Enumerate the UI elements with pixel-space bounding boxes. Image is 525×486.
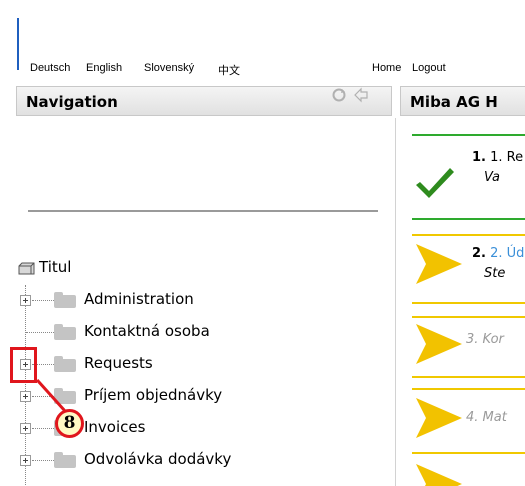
lang-english-link[interactable]: English [86,62,122,74]
step-3-title: 3. Kor [466,332,504,347]
step-divider [412,218,525,220]
logout-link[interactable]: Logout [412,62,446,74]
home-link[interactable]: Home [372,62,401,74]
step-divider [412,316,525,318]
navigation-panel-header: Navigation [16,86,392,116]
step-2-title: 2. 2. Úd [472,246,525,261]
lang-slovensky-link[interactable]: Slovenský [144,62,194,74]
step-4[interactable]: 4. Mat [412,396,525,466]
folder-icon [54,452,76,468]
tree-item-label: Príjem objednávky [84,386,223,404]
checkmark-icon [416,168,454,198]
tree-item-label: Kontaktná osoba [84,322,210,340]
arrow-right-icon [416,464,462,486]
step-4-title: 4. Mat [466,410,507,425]
tree-item-label: Administration [84,290,194,308]
refresh-icon[interactable] [331,87,347,107]
step-divider [412,302,525,304]
arrow-right-icon [416,324,462,364]
expand-icon[interactable] [20,391,31,402]
step-2-subtitle: Ste [484,266,506,281]
expand-icon[interactable] [20,423,31,434]
step-1[interactable]: 1. 1. Re Va [412,140,525,210]
callout-badge: 8 [55,409,84,438]
folder-icon [54,356,76,372]
navigation-title: Navigation [26,93,118,111]
main-panel-title: Miba AG H [410,93,498,111]
tree-item-odvolavka-dodavky[interactable]: Odvolávka dodávky [18,447,398,471]
tree-item-kontaktna-osoba[interactable]: Kontaktná osoba [18,319,398,343]
folder-icon [54,324,76,340]
arrow-right-icon [416,398,462,438]
top-bar: Deutsch English Slovenský 中文 Home Logout [0,62,525,78]
expand-icon[interactable] [20,295,31,306]
lang-chinese-link[interactable]: 中文 [218,62,240,78]
tree-item-label: Requests [84,354,153,372]
lang-deutsch-link[interactable]: Deutsch [30,62,70,74]
step-1-title: 1. 1. Re [472,150,524,165]
tree-item-prijem-objednavky[interactable]: Príjem objednávky [18,383,398,407]
step-divider [412,388,525,390]
step-divider [412,134,525,136]
arrow-right-icon [416,244,462,284]
tree-item-label: Invoices [84,418,146,436]
main-panel-header: Miba AG H [400,86,525,116]
expand-icon[interactable] [20,455,31,466]
tree-item-administration[interactable]: Administration [18,287,398,311]
collapse-left-icon[interactable] [353,87,369,107]
tree-root-label: Titul [39,258,72,276]
file-cabinet-icon [18,261,35,275]
step-1-subtitle: Va [484,170,501,185]
step-divider [412,376,525,378]
folder-icon [54,292,76,308]
highlight-box [10,347,37,383]
navigation-divider [28,210,378,212]
tree-item-label: Odvolávka dodávky [84,450,232,468]
step-divider [412,452,525,454]
step-5-partial [412,464,525,486]
tree-item-requests[interactable]: Requests [18,351,398,375]
step-2[interactable]: 2. 2. Úd Ste [412,236,525,306]
step-3[interactable]: 3. Kor [412,322,525,392]
